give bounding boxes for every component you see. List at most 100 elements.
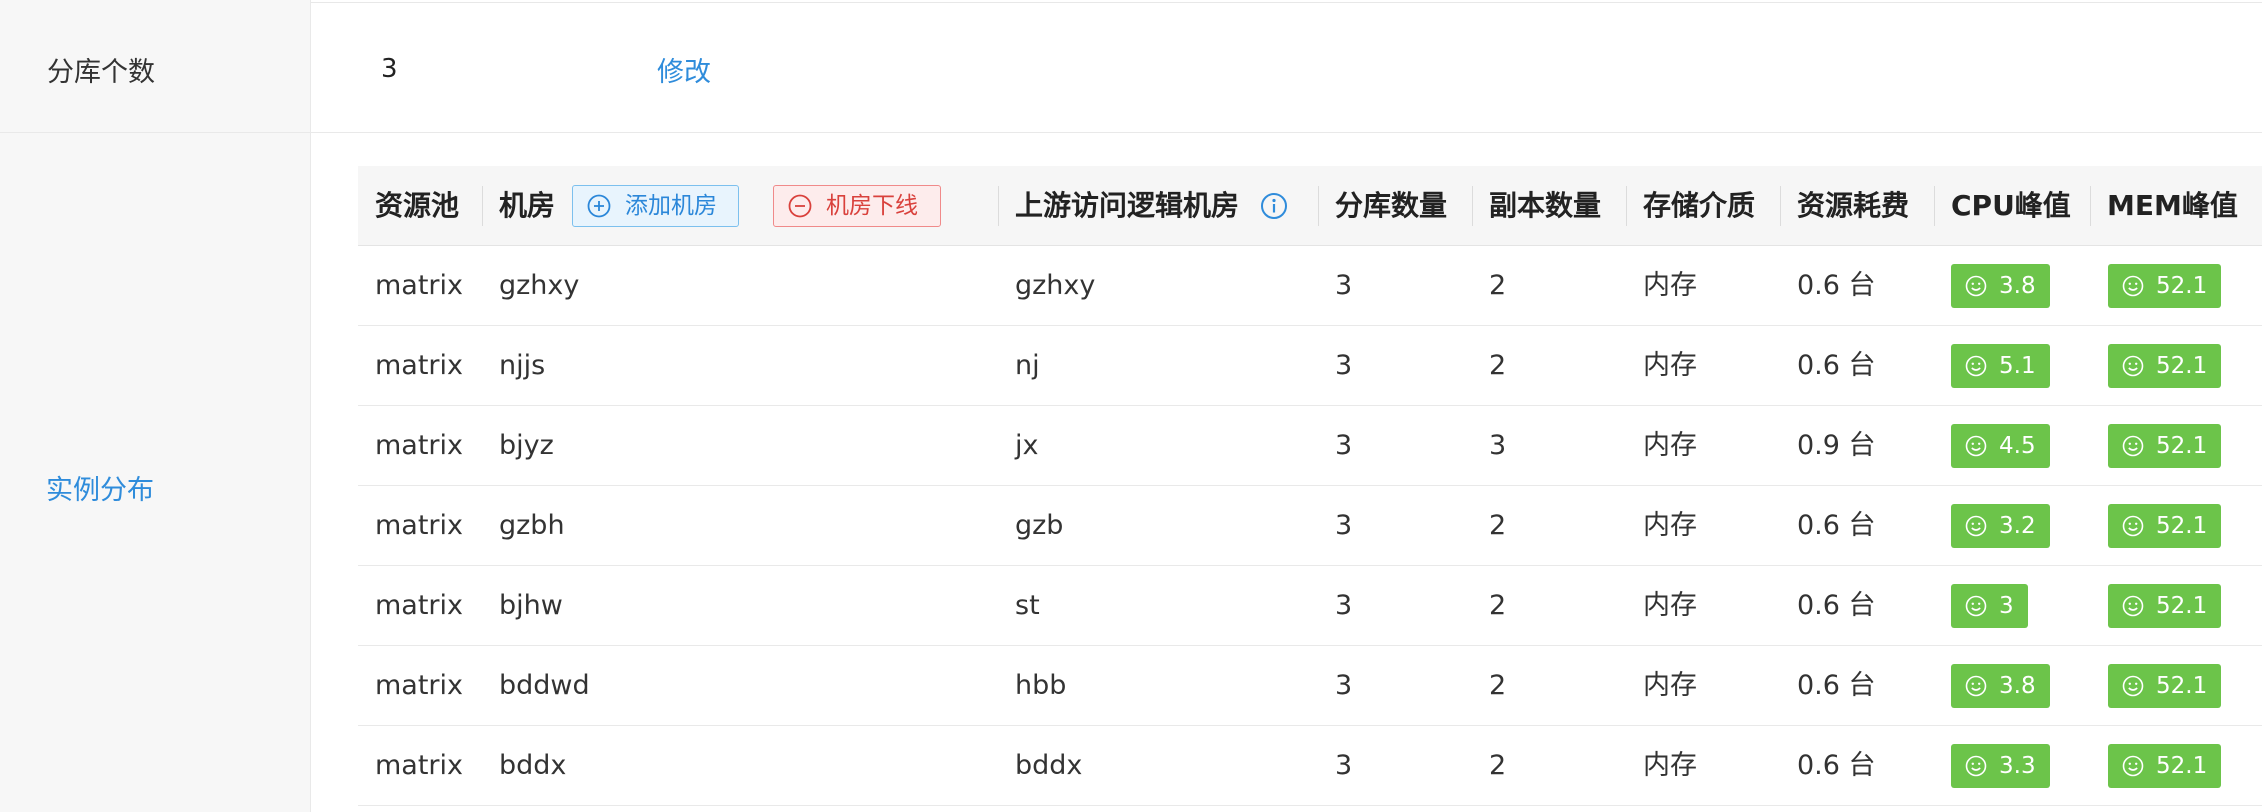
cell-room: bjhw — [499, 590, 563, 621]
cell-room: gzhxy — [499, 270, 580, 301]
cell-cost: 0.6 台 — [1797, 350, 1876, 381]
offline-room-label: 机房下线 — [826, 193, 918, 219]
mem-peak-badge[interactable]: 52.1 — [2108, 264, 2222, 308]
smile-icon — [1965, 275, 1987, 297]
cell-storage: 内存 — [1643, 750, 1697, 781]
header-pool: 资源池 — [375, 189, 460, 222]
cell-pool: matrix — [375, 590, 464, 621]
mem-peak-badge-value: 52.1 — [2156, 273, 2208, 299]
table-row: matrix gzbh gzb 3 2 内存 0.6 台 3.2 52.1 — [358, 486, 2262, 566]
cell-shards: 3 — [1335, 750, 1353, 781]
smile-icon — [1965, 515, 1987, 537]
cell-replicas: 2 — [1489, 590, 1507, 621]
table-header: 资源池 机房 添加机房 机房下线 上游访问逻辑机房 分库数量 副本数量 存储介质… — [358, 166, 2262, 246]
cell-pool: matrix — [375, 510, 464, 541]
cell-storage: 内存 — [1643, 510, 1697, 541]
shard-count-label: 分库个数 — [47, 57, 155, 88]
cell-cost: 0.6 台 — [1797, 670, 1876, 701]
table-row: matrix njjs nj 3 2 内存 0.6 台 5.1 52.1 — [358, 326, 2262, 406]
header-shard-count: 分库数量 — [1335, 189, 1448, 222]
smile-icon — [2122, 595, 2144, 617]
cpu-peak-badge[interactable]: 3.8 — [1951, 664, 2050, 708]
cell-cost: 0.6 台 — [1797, 750, 1876, 781]
cell-pool: matrix — [375, 430, 464, 461]
cell-replicas: 3 — [1489, 430, 1507, 461]
cell-pool: matrix — [375, 670, 464, 701]
cpu-peak-badge-value: 3.2 — [1999, 513, 2036, 539]
add-room-button[interactable]: 添加机房 — [572, 185, 739, 227]
cell-room: bddwd — [499, 670, 590, 701]
cell-replicas: 2 — [1489, 350, 1507, 381]
smile-icon — [1965, 755, 1987, 777]
cell-pool: matrix — [375, 750, 464, 781]
cell-room: njjs — [499, 350, 546, 381]
cell-shards: 3 — [1335, 590, 1353, 621]
offline-room-button[interactable]: 机房下线 — [773, 185, 941, 227]
cell-upstream: gzb — [1015, 510, 1064, 541]
mem-peak-badge[interactable]: 52.1 — [2108, 344, 2222, 388]
top-strip — [0, 0, 2262, 4]
cell-shards: 3 — [1335, 270, 1353, 301]
cell-room: gzbh — [499, 510, 565, 541]
cell-shards: 3 — [1335, 670, 1353, 701]
page: 分库个数 3 修改 实例分布 资源池 机房 添加机房 机房下线 上游访问逻辑机房… — [0, 0, 2262, 812]
cell-storage: 内存 — [1643, 670, 1697, 701]
cell-shards: 3 — [1335, 350, 1353, 381]
mem-peak-badge-value: 52.1 — [2156, 753, 2208, 779]
table-row: matrix bjhw st 3 2 内存 0.6 台 3 52.1 — [358, 566, 2262, 646]
header-storage: 存储介质 — [1643, 189, 1756, 222]
header-replica-count: 副本数量 — [1489, 189, 1602, 222]
cpu-peak-badge-value: 3.8 — [1999, 673, 2036, 699]
mem-peak-badge-value: 52.1 — [2156, 513, 2208, 539]
table-body: matrix gzhxy gzhxy 3 2 内存 0.6 台 3.8 52.1 matrix nj… — [358, 246, 2262, 806]
cell-pool: matrix — [375, 350, 464, 381]
table-row: matrix gzhxy gzhxy 3 2 内存 0.6 台 3.8 52.1 — [358, 246, 2262, 326]
cpu-peak-badge[interactable]: 3 — [1951, 584, 2028, 628]
cell-upstream: st — [1015, 590, 1040, 621]
cell-upstream: jx — [1015, 430, 1039, 461]
info-circle-icon[interactable] — [1260, 192, 1288, 220]
edit-link[interactable]: 修改 — [657, 50, 711, 89]
label-column — [0, 0, 311, 812]
smile-icon — [1965, 595, 1987, 617]
cpu-peak-badge-value: 3 — [1999, 593, 2014, 619]
cell-replicas: 2 — [1489, 270, 1507, 301]
mem-peak-badge[interactable]: 52.1 — [2108, 664, 2222, 708]
cell-cost: 0.6 台 — [1797, 510, 1876, 541]
table-row: matrix bddx bddx 3 2 内存 0.6 台 3.3 52.1 — [358, 726, 2262, 806]
cell-storage: 内存 — [1643, 430, 1697, 461]
cell-shards: 3 — [1335, 430, 1353, 461]
mem-peak-badge[interactable]: 52.1 — [2108, 424, 2222, 468]
cpu-peak-badge[interactable]: 5.1 — [1951, 344, 2050, 388]
header-room: 机房 — [499, 189, 556, 222]
mem-peak-badge[interactable]: 52.1 — [2108, 504, 2222, 548]
mem-peak-badge[interactable]: 52.1 — [2108, 584, 2222, 628]
smile-icon — [1965, 675, 1987, 697]
cpu-peak-badge-value: 4.5 — [1999, 433, 2036, 459]
smile-icon — [2122, 435, 2144, 457]
cell-storage: 内存 — [1643, 590, 1697, 621]
header-mem-peak: MEM峰值 — [2107, 189, 2238, 222]
smile-icon — [2122, 675, 2144, 697]
instance-distribution-label[interactable]: 实例分布 — [46, 468, 154, 507]
header-upstream: 上游访问逻辑机房 — [1015, 189, 1240, 222]
cell-upstream: nj — [1015, 350, 1040, 381]
cell-upstream: bddx — [1015, 750, 1083, 781]
instance-table: 资源池 机房 添加机房 机房下线 上游访问逻辑机房 分库数量 副本数量 存储介质… — [358, 166, 2262, 806]
mem-peak-badge[interactable]: 52.1 — [2108, 744, 2222, 788]
cell-replicas: 2 — [1489, 750, 1507, 781]
cpu-peak-badge[interactable]: 3.3 — [1951, 744, 2050, 788]
cell-storage: 内存 — [1643, 270, 1697, 301]
cell-storage: 内存 — [1643, 350, 1697, 381]
cell-cost: 0.6 台 — [1797, 270, 1876, 301]
cell-upstream: hbb — [1015, 670, 1067, 701]
cell-replicas: 2 — [1489, 670, 1507, 701]
cell-room: bjyz — [499, 430, 554, 461]
table-row: matrix bjyz jx 3 3 内存 0.9 台 4.5 52.1 — [358, 406, 2262, 486]
row-divider — [0, 132, 2262, 133]
cpu-peak-badge[interactable]: 3.2 — [1951, 504, 2050, 548]
cpu-peak-badge-value: 5.1 — [1999, 353, 2036, 379]
smile-icon — [2122, 355, 2144, 377]
cpu-peak-badge[interactable]: 4.5 — [1951, 424, 2050, 468]
cpu-peak-badge[interactable]: 3.8 — [1951, 264, 2050, 308]
